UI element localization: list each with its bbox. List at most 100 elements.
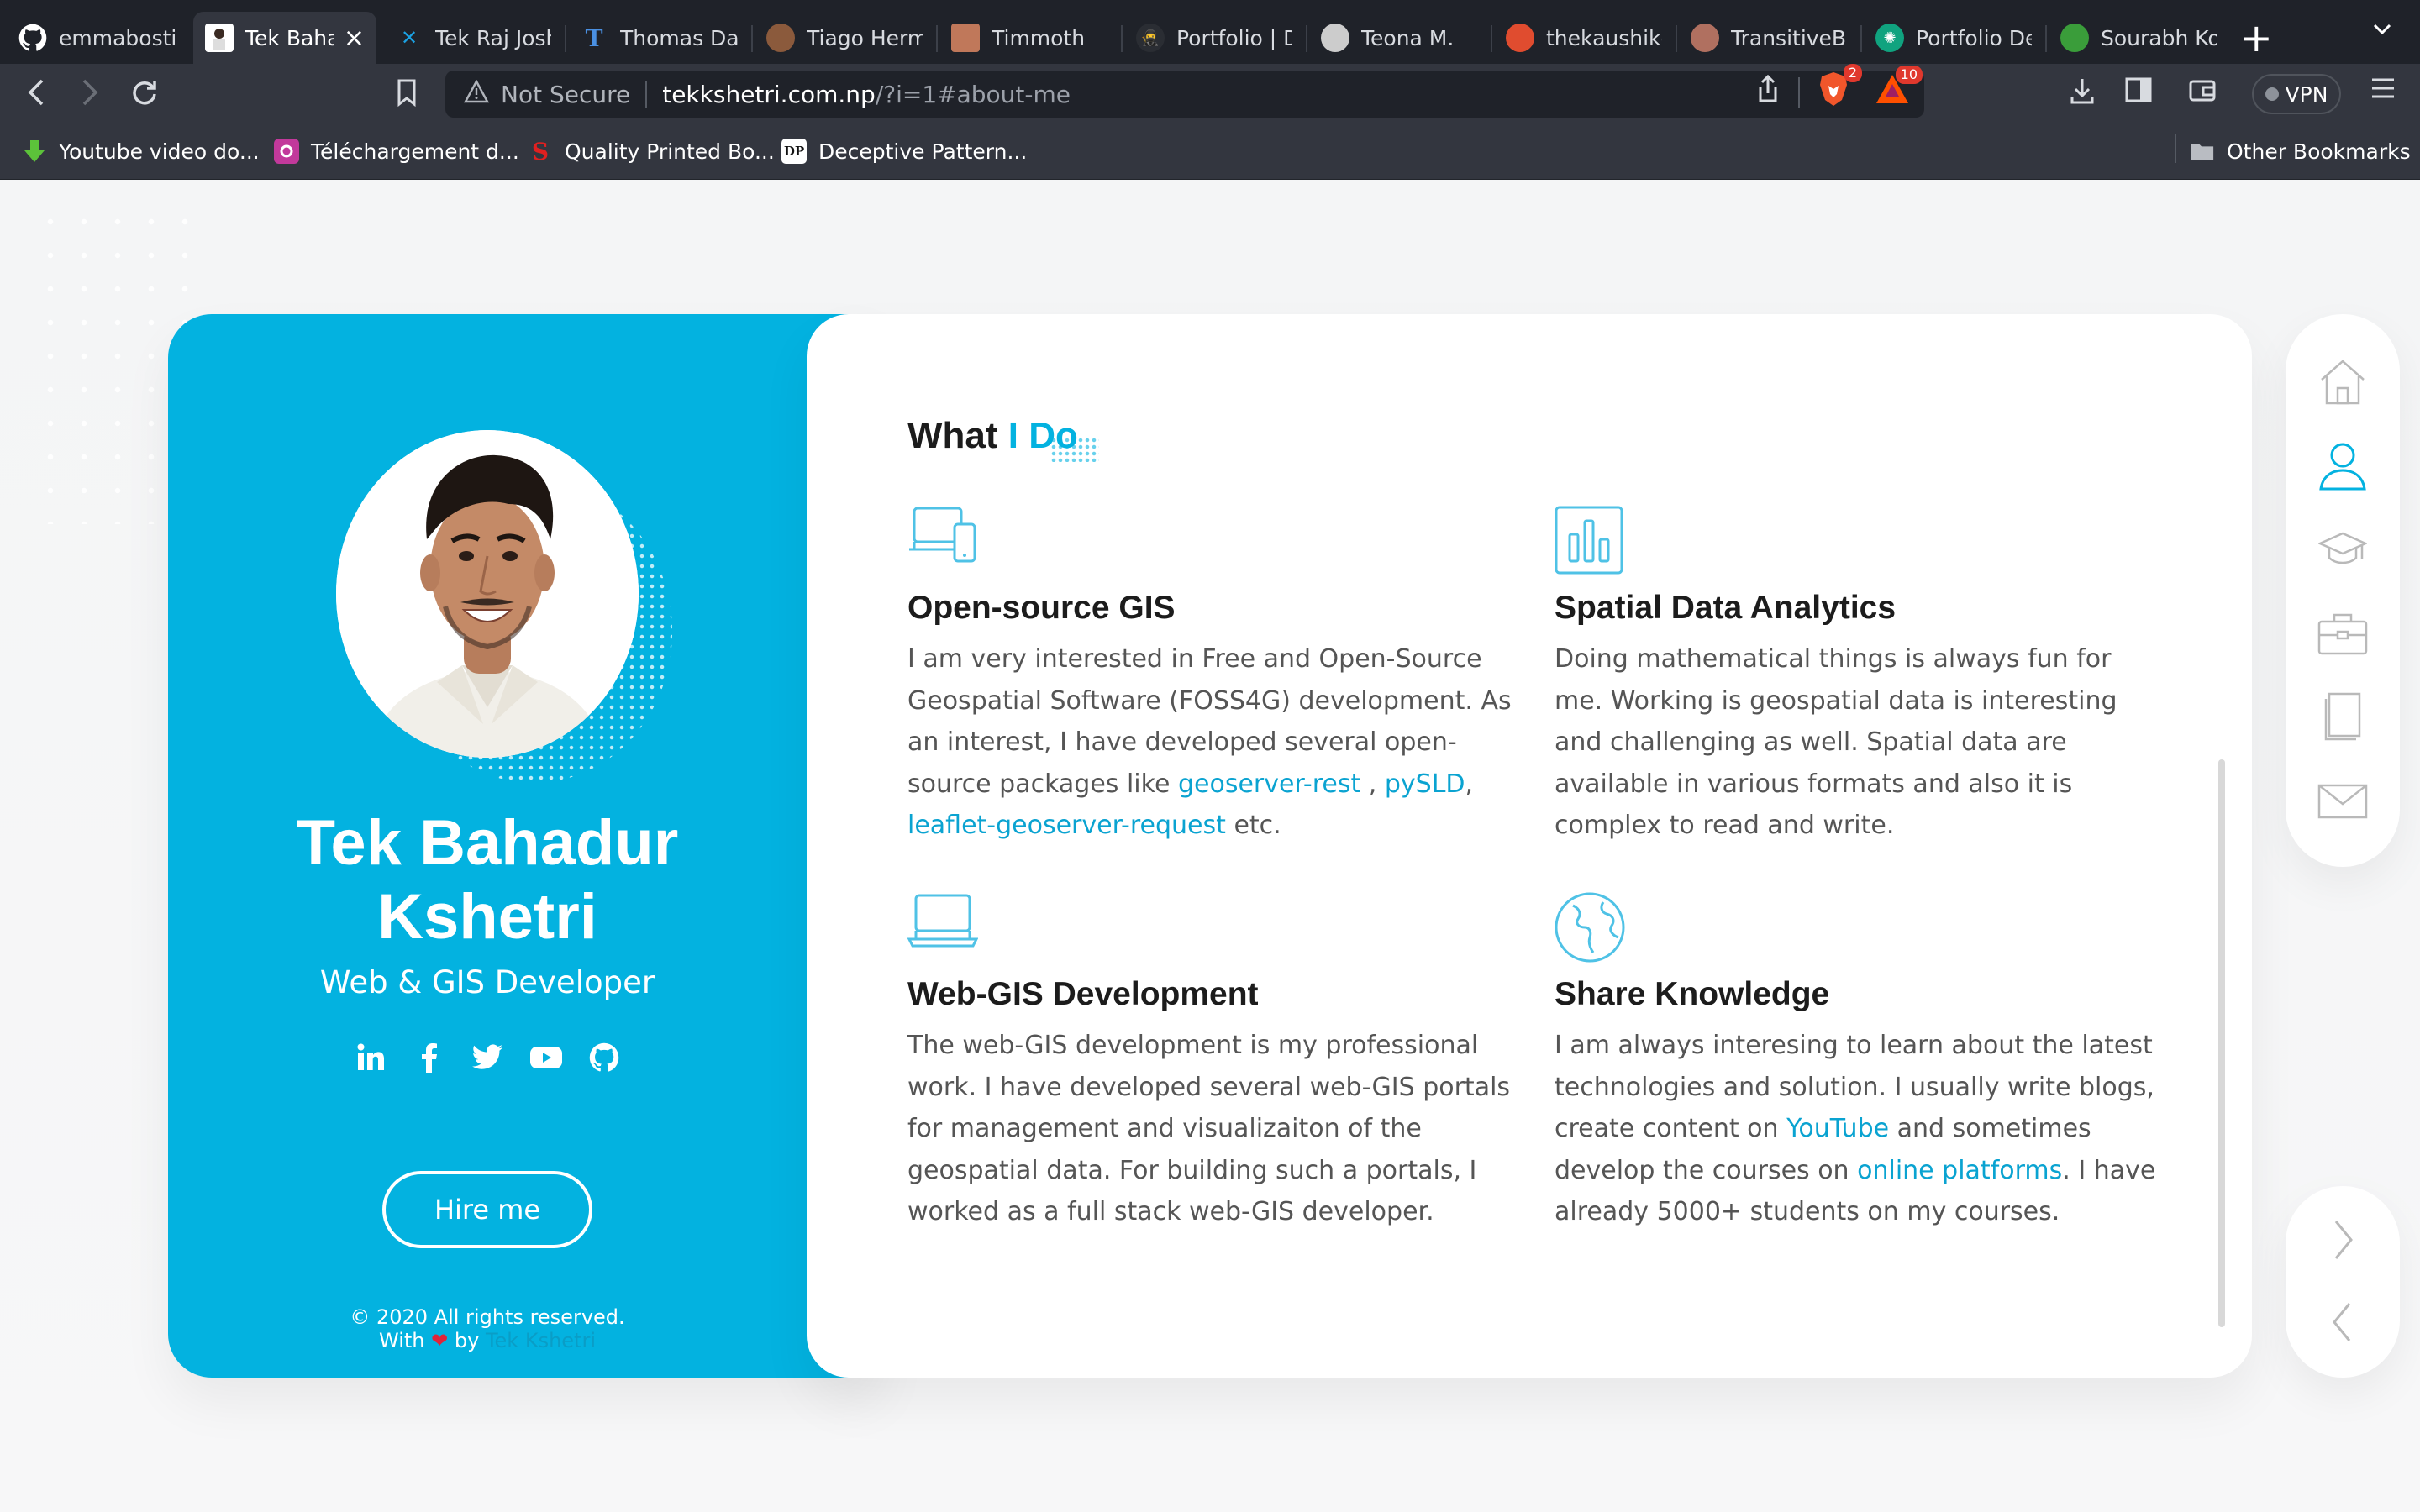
user-icon[interactable] — [2317, 440, 2368, 491]
tab-title: Timmoth — [992, 25, 1086, 50]
vpn-status-dot — [2265, 87, 2279, 101]
made-with-line: With ❤ by Tek Kshetri — [269, 1329, 706, 1352]
page-arrows — [2286, 1186, 2400, 1378]
tab-tiago-herma[interactable]: Tiago Herma — [755, 12, 934, 64]
tab-sourabh-koth[interactable]: Sourabh Koth — [2049, 12, 2228, 64]
openai-favicon: ✺ — [1876, 24, 1904, 52]
feature-title: Web-GIS Development — [908, 976, 1259, 1012]
home-icon[interactable] — [2317, 356, 2368, 407]
url-host: tekkshetri.com.np — [662, 80, 876, 108]
mail-icon[interactable] — [2317, 776, 2368, 827]
tab-tek-raj-joshi[interactable]: ✕ Tek Raj Joshi — [383, 12, 563, 64]
online-platforms-link[interactable]: online platforms — [1857, 1156, 2062, 1185]
avatar-favicon — [1691, 24, 1719, 52]
tab-title: emmabostian — [59, 25, 176, 50]
menu-icon[interactable] — [2370, 76, 2396, 108]
bookmark-label: Quality Printed Bo... — [565, 139, 775, 164]
brave-shields-icon[interactable]: 2 — [1817, 64, 1862, 108]
tab-title: Sourabh Koth — [2101, 25, 2217, 50]
globe-icon — [1555, 892, 1625, 963]
youtube-icon[interactable] — [529, 1040, 564, 1075]
bookmark-label: Youtube video do... — [59, 139, 260, 164]
tab-portfolio-dev[interactable]: ✺ Portfolio Dev — [1864, 12, 2044, 64]
bookmark-quality-printed[interactable]: S Quality Printed Bo... — [528, 136, 775, 166]
address-bar[interactable]: Not Secure tekkshetri.com.np /?i=1#about… — [445, 71, 1924, 118]
feature-description: I am always interesing to learn about th… — [1555, 1025, 2160, 1233]
tab-teona[interactable]: Teona M. — [1309, 12, 1489, 64]
downloads-icon[interactable] — [2069, 76, 2096, 113]
youtube-link[interactable]: YouTube — [1786, 1114, 1889, 1143]
devices-icon — [908, 506, 978, 573]
separator: , — [1465, 769, 1474, 799]
avatar-favicon — [1321, 24, 1349, 52]
separator: , — [1360, 769, 1377, 799]
chevron-right-icon[interactable] — [2324, 1216, 2361, 1263]
hire-me-button[interactable]: Hire me — [382, 1171, 592, 1248]
github-icon[interactable] — [587, 1040, 622, 1075]
rewards-icon[interactable]: 10 — [1874, 66, 1923, 106]
feature-description: The web-GIS development is my profession… — [908, 1031, 1511, 1226]
forward-icon[interactable] — [77, 76, 103, 117]
url-path: /?i=1#about-me — [875, 80, 1071, 108]
feature-description: Doing mathematical things is always fun … — [1555, 644, 2118, 840]
facebook-icon[interactable] — [412, 1040, 447, 1075]
by-label: by — [454, 1329, 480, 1352]
reload-icon[interactable] — [129, 76, 160, 117]
tab-title: Tek Baha — [245, 25, 334, 50]
bookmark-label: Deceptive Pattern... — [818, 139, 1028, 164]
linkedin-icon[interactable] — [353, 1040, 388, 1075]
feature-text: etc. — [1234, 811, 1281, 840]
back-icon[interactable] — [24, 76, 49, 117]
feature-share-knowledge: Share Knowledge I am always interesing t… — [1555, 892, 2160, 1233]
chevron-left-icon[interactable] — [2324, 1299, 2361, 1346]
download-arrow-icon — [22, 139, 47, 164]
graduation-cap-icon[interactable] — [2317, 524, 2368, 575]
book-icon[interactable] — [2317, 692, 2368, 743]
content-scrollbar[interactable] — [2218, 759, 2225, 1327]
bookmark-icon[interactable] — [395, 76, 418, 117]
tab-emmabostian[interactable]: emmabostian — [7, 12, 188, 64]
share-icon[interactable] — [1756, 74, 1780, 111]
twitter-icon[interactable] — [470, 1040, 505, 1075]
laptop-icon — [907, 892, 979, 959]
tab-thomas-davi[interactable]: T Thomas Davi — [568, 12, 750, 64]
feature-description: I am very interested in Free and Open-So… — [908, 638, 1512, 847]
bookmark-label: Téléchargement d... — [311, 139, 519, 164]
tab-thekaushikgo[interactable]: thekaushikgo — [1494, 12, 1674, 64]
folder-icon — [2190, 139, 2215, 164]
feature-spatial-data-analytics: Spatial Data Analytics Doing mathematica… — [1555, 506, 2160, 847]
author-link[interactable]: Tek Kshetri — [486, 1329, 596, 1352]
tab-tek-bahadur[interactable]: Tek Baha × — [193, 12, 376, 64]
tab-timmoth[interactable]: Timmoth — [939, 12, 1119, 64]
pysld-link[interactable]: pySLD — [1385, 769, 1465, 799]
briefcase-icon[interactable] — [2317, 608, 2368, 659]
tr-favicon: ✕ — [400, 26, 418, 50]
wallet-icon[interactable] — [2188, 76, 2217, 111]
new-tab-button[interactable]: + — [2240, 12, 2273, 64]
bookmark-deceptive-patterns[interactable]: DP Deceptive Pattern... — [781, 136, 1027, 166]
bookmark-youtube-video[interactable]: Youtube video do... — [22, 136, 260, 166]
bar-chart-icon — [1555, 506, 1625, 575]
side-navigation — [2286, 314, 2400, 867]
vpn-button[interactable]: VPN — [2252, 74, 2341, 114]
chevron-down-icon[interactable] — [2371, 17, 2393, 46]
copyright-text: © 2020 All rights reserved. — [350, 1305, 625, 1329]
profile-role: Web & GIS Developer — [319, 964, 655, 1000]
heart-icon: ❤ — [431, 1329, 449, 1352]
close-tab-icon[interactable]: × — [344, 24, 365, 53]
tree-favicon — [2060, 24, 2089, 52]
geoserver-rest-link[interactable]: geoserver-rest — [1178, 769, 1360, 799]
other-bookmarks[interactable]: Other Bookmarks — [2190, 136, 2411, 166]
warning-icon[interactable] — [463, 78, 490, 109]
t-favicon: T — [585, 24, 603, 52]
bookmark-label: Other Bookmarks — [2227, 139, 2411, 164]
leaflet-geoserver-request-link[interactable]: leaflet-geoserver-request — [908, 811, 1226, 840]
ninja-favicon: 🥷 — [1136, 24, 1165, 52]
avatar-favicon — [1506, 24, 1534, 52]
tab-portfolio-de[interactable]: 🥷 Portfolio | De — [1124, 12, 1304, 64]
tab-transitivebul[interactable]: TransitiveBul — [1679, 12, 1859, 64]
sidebar-icon[interactable] — [2124, 76, 2153, 111]
browser-toolbar: Not Secure tekkshetri.com.np /?i=1#about… — [0, 64, 2420, 124]
dp-favicon: DP — [781, 139, 807, 164]
bookmark-telechargement[interactable]: Téléchargement d... — [274, 136, 519, 166]
